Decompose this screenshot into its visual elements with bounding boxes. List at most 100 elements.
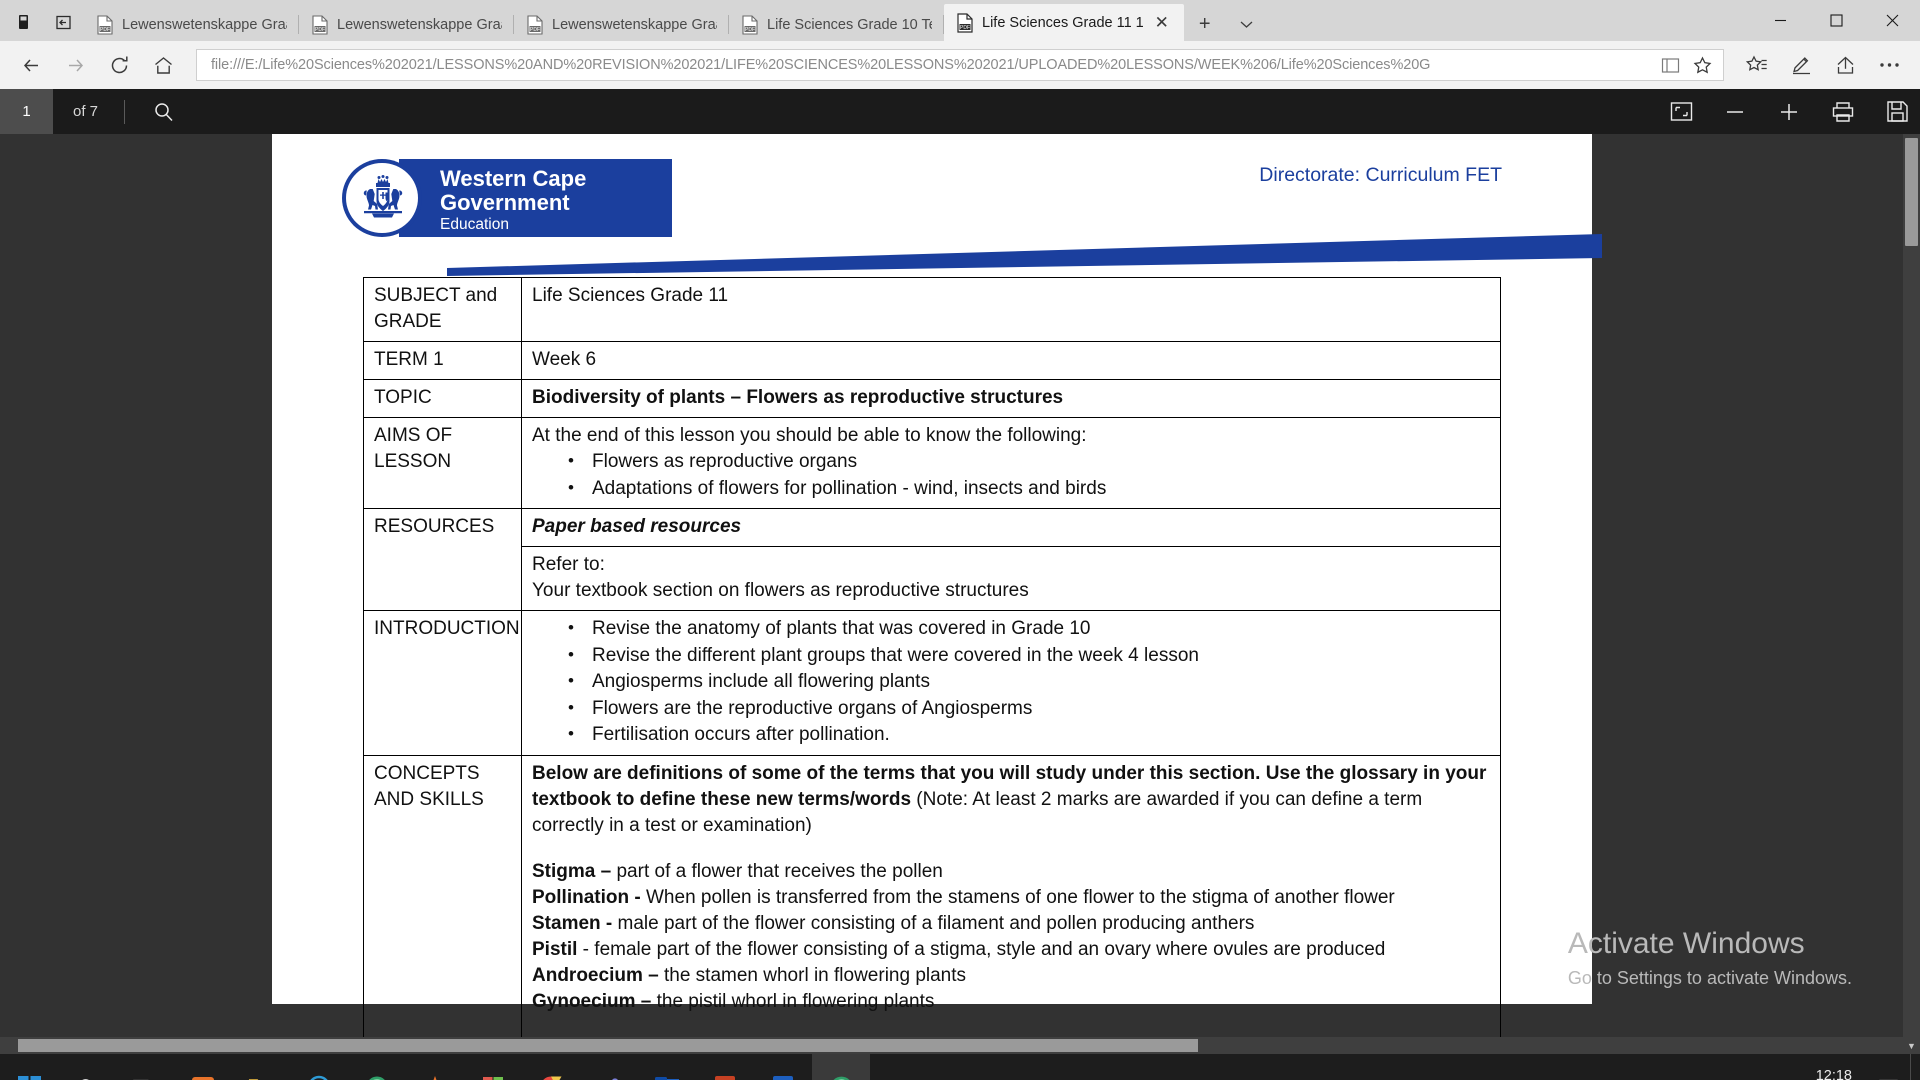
task-view-icon[interactable] — [116, 1054, 174, 1080]
new-tab-button[interactable]: + — [1184, 7, 1226, 41]
table-row-introduction: INTRODUCTION Revise the anatomy of plant… — [363, 610, 1501, 756]
favorite-star-icon[interactable] — [1687, 51, 1717, 79]
start-button[interactable] — [0, 1054, 58, 1080]
more-settings-icon[interactable] — [1868, 47, 1910, 83]
battery-icon[interactable] — [1690, 1054, 1716, 1080]
horizontal-scrollbar-thumb[interactable] — [18, 1039, 1198, 1052]
address-bar[interactable]: file:///E:/Life%20Sciences%202021/LESSON… — [196, 49, 1724, 81]
reload-button-icon[interactable] — [98, 47, 140, 83]
web-notes-icon[interactable] — [1780, 47, 1822, 83]
close-window-button[interactable] — [1864, 0, 1920, 41]
definition-stigma: Stigma – part of a flower that receives … — [532, 859, 1492, 885]
browser-tab-2[interactable]: PDF Lewenswetenskappe Graad — [299, 8, 514, 41]
definition-pollination: Pollination - When pollen is transferred… — [532, 885, 1492, 911]
taskbar-app-store[interactable] — [464, 1054, 522, 1080]
browser-tab-strip: PDF Lewenswetenskappe Graad PDF Lewenswe… — [0, 0, 1920, 41]
browser-tab-5-title: Life Sciences Grade 11 1 — [982, 14, 1144, 31]
forward-button-icon[interactable] — [54, 47, 96, 83]
chevron-down-icon[interactable] — [1226, 7, 1268, 41]
close-tab-icon[interactable]: ✕ — [1152, 13, 1172, 33]
wifi-icon[interactable] — [1638, 1054, 1664, 1080]
browser-navigation-bar: file:///E:/Life%20Sciences%202021/LESSON… — [0, 41, 1920, 89]
row-value-subject: Life Sciences Grade 11 — [521, 277, 1501, 342]
zoom-in-button[interactable] — [1772, 95, 1806, 129]
back-button-icon[interactable] — [10, 47, 52, 83]
table-row-aims: AIMS OF LESSON At the end of this lesson… — [363, 417, 1501, 509]
taskbar-app-powerpoint[interactable] — [696, 1054, 754, 1080]
show-desktop-button[interactable] — [1910, 1054, 1920, 1080]
svg-text:PDF: PDF — [960, 25, 970, 31]
definition-text: the pistil whorl in flowering plants — [651, 990, 935, 1012]
pdf-viewer-area[interactable]: Western Cape Government Education Direct… — [0, 134, 1920, 1054]
fit-to-page-icon[interactable] — [1664, 95, 1698, 129]
taskbar-app-vlc-cone[interactable] — [406, 1054, 464, 1080]
favorites-hub-icon[interactable] — [1736, 47, 1778, 83]
row-value-aims: At the end of this lesson you should be … — [521, 417, 1501, 509]
taskbar-app-vlc-media-player[interactable] — [174, 1054, 232, 1080]
browser-tab-2-title: Lewenswetenskappe Graad — [337, 16, 502, 33]
maximize-window-button[interactable] — [1808, 0, 1864, 41]
definition-text: the stamen whorl in flowering plants — [658, 964, 967, 986]
horizontal-scrollbar[interactable] — [0, 1037, 1920, 1054]
svg-text:PDF: PDF — [530, 27, 540, 33]
browser-tab-4[interactable]: PDF Life Sciences Grade 10 Term — [729, 8, 944, 41]
browser-tab-1[interactable]: PDF Lewenswetenskappe Graad — [84, 8, 299, 41]
taskbar-app-word[interactable] — [754, 1054, 812, 1080]
row-value-concepts: Below are definitions of some of the ter… — [521, 754, 1501, 1042]
system-tray: ENG 12:18 2021/03/08 2 — [1586, 1054, 1920, 1080]
definition-term: Gynoecium – — [532, 990, 652, 1012]
zoom-out-button[interactable] — [1718, 95, 1752, 129]
print-icon[interactable] — [1826, 95, 1860, 129]
action-center-icon[interactable]: 2 — [1866, 1054, 1910, 1080]
onedrive-icon[interactable] — [1612, 1054, 1638, 1080]
minimize-window-button[interactable] — [1752, 0, 1808, 41]
address-bar-url[interactable]: file:///E:/Life%20Sciences%202021/LESSON… — [211, 57, 1655, 73]
browser-tab-3[interactable]: PDF Lewenswetenskappe Graad — [514, 8, 729, 41]
taskbar-app-chrome[interactable] — [522, 1054, 580, 1080]
tray-chevron-up-icon[interactable] — [1586, 1054, 1612, 1080]
row-label-resources: RESOURCES — [363, 508, 522, 611]
reading-view-icon[interactable] — [1655, 51, 1685, 79]
taskbar-search-icon[interactable] — [58, 1054, 116, 1080]
row-label-term: TERM 1 — [363, 341, 522, 380]
document-header: Western Cape Government Education Direct… — [327, 152, 1602, 277]
browser-tab-3-title: Lewenswetenskappe Graad — [552, 16, 717, 33]
taskbar-app-internet-explorer[interactable] — [290, 1054, 348, 1080]
definition-stamen: Stamen - male part of the flower consist… — [532, 911, 1492, 937]
vertical-scrollbar-thumb[interactable] — [1905, 138, 1918, 246]
directorate-label: Directorate: Curriculum FET — [1259, 164, 1502, 186]
row-value-resources-detail: Refer to: Your textbook section on flowe… — [521, 546, 1501, 611]
search-icon[interactable] — [147, 95, 181, 129]
pdf-file-icon: PDF — [96, 14, 114, 35]
scroll-down-icon[interactable]: ▼ — [1903, 1037, 1920, 1054]
clock-time: 12:18 — [1815, 1068, 1852, 1080]
pdf-page-number-input[interactable]: 1 — [0, 89, 53, 134]
aims-intro: At the end of this lesson you should be … — [532, 425, 1087, 446]
list-item: Revise the different plant groups that w… — [532, 642, 1492, 670]
list-item: Flowers are the reproductive organs of A… — [532, 695, 1492, 723]
header-swoosh-graphic — [447, 234, 1602, 276]
taskbar-app-edge-legacy[interactable] — [348, 1054, 406, 1080]
vertical-scrollbar[interactable]: ▲ ▼ — [1903, 134, 1920, 1054]
save-icon[interactable] — [1880, 95, 1914, 129]
toolbar-divider — [124, 99, 126, 124]
definition-text: male part of the flower consisting of a … — [612, 912, 1255, 934]
home-button-icon[interactable] — [142, 47, 184, 83]
window-controls — [1752, 0, 1920, 41]
tab-preview-icon[interactable] — [4, 3, 44, 41]
introduction-bullet-list: Revise the anatomy of plants that was co… — [532, 615, 1492, 749]
set-aside-tabs-icon[interactable] — [44, 3, 84, 41]
definition-term: Androecium – — [532, 964, 659, 986]
taskbar-app-outlook[interactable] — [638, 1054, 696, 1080]
browser-tab-5-active[interactable]: PDF Life Sciences Grade 11 1 ✕ — [944, 4, 1184, 41]
taskbar-clock[interactable]: 12:18 2021/03/08 — [1767, 1066, 1866, 1080]
taskbar-app-file-explorer[interactable] — [232, 1054, 290, 1080]
taskbar-app-teams[interactable] — [580, 1054, 638, 1080]
list-item: Adaptations of flowers for pollination -… — [532, 475, 1492, 503]
share-icon[interactable] — [1824, 47, 1866, 83]
taskbar-app-microsoft-edge[interactable] — [812, 1054, 870, 1080]
row-label-aims: AIMS OF LESSON — [363, 417, 522, 509]
windows-taskbar: ENG 12:18 2021/03/08 2 — [0, 1054, 1920, 1080]
volume-icon[interactable] — [1664, 1054, 1690, 1080]
